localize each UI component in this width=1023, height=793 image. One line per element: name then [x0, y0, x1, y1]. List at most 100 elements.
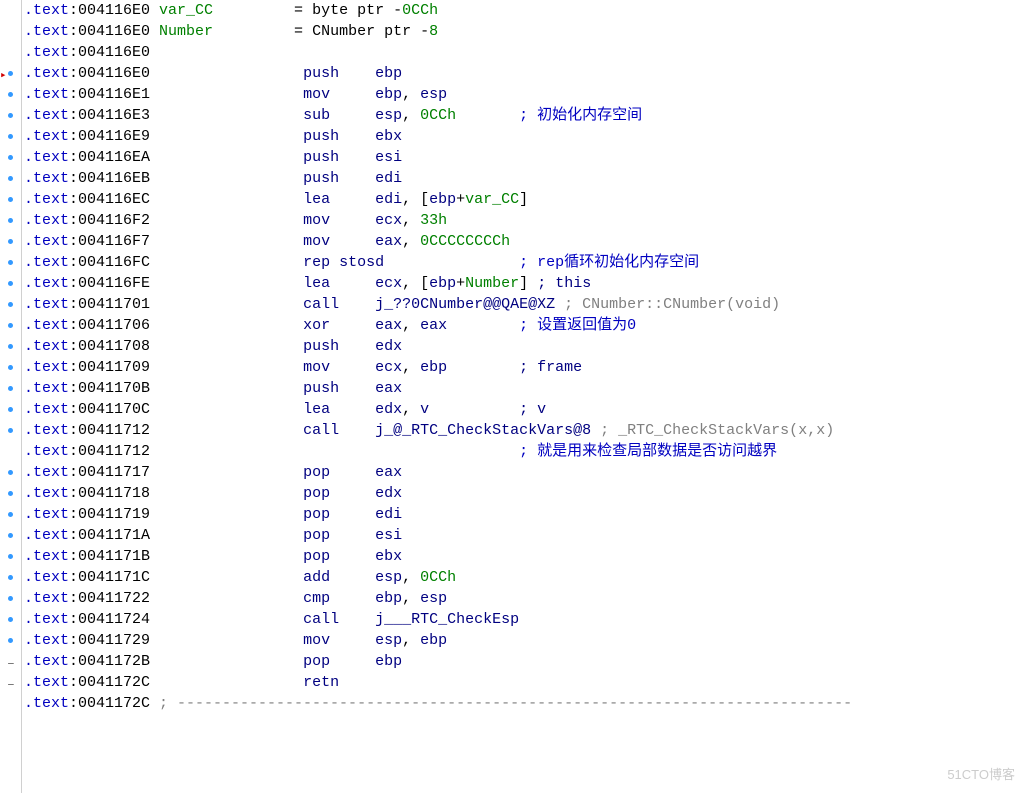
asm-token [330, 506, 375, 523]
asm-line[interactable]: .text:004116F7 mov eax, 0CCCCCCCCh [24, 231, 852, 252]
asm-line[interactable]: .text:004116EB push edi [24, 168, 852, 189]
asm-line[interactable]: .text:00411729 mov esp, ebp [24, 630, 852, 651]
asm-token: :00411701 [69, 296, 303, 313]
asm-line[interactable]: .text:004116E1 mov ebp, esp [24, 84, 852, 105]
breakpoint-dot[interactable] [8, 323, 13, 328]
asm-line[interactable]: .text:004116E9 push ebx [24, 126, 852, 147]
asm-line[interactable]: .text:00411709 mov ecx, ebp ; frame [24, 357, 852, 378]
asm-token: edx [375, 401, 402, 418]
disassembly-listing[interactable]: .text:004116E0 var_CC = byte ptr -0CCh.t… [24, 0, 852, 714]
asm-token: mov [303, 233, 330, 250]
asm-line[interactable]: .text:00411722 cmp ebp, esp [24, 588, 852, 609]
asm-token: :0041170B [69, 380, 303, 397]
breakpoint-dot[interactable] [8, 491, 13, 496]
asm-line[interactable]: .text:0041171C add esp, 0CCh [24, 567, 852, 588]
asm-line[interactable]: .text:0041172B pop ebp [24, 651, 852, 672]
breakpoint-dot[interactable] [8, 113, 13, 118]
asm-token: .text [24, 569, 69, 586]
breakpoint-dot[interactable] [8, 92, 13, 97]
asm-token: , [402, 86, 420, 103]
asm-line[interactable]: .text:00411712 ; 就是用来检查局部数据是否访问越界 [24, 441, 852, 462]
asm-token: .text [24, 611, 69, 628]
asm-token: call [303, 611, 339, 628]
breakpoint-dot[interactable] [8, 386, 13, 391]
asm-token: mov [303, 632, 330, 649]
asm-line[interactable]: .text:004116E0 Number = CNumber ptr -8 [24, 21, 852, 42]
asm-token: ebp [420, 359, 447, 376]
asm-token: var_CC [465, 191, 519, 208]
asm-token: edi [375, 170, 402, 187]
asm-line[interactable]: .text:00411719 pop edi [24, 504, 852, 525]
asm-line[interactable]: .text:00411708 push edx [24, 336, 852, 357]
breakpoint-dot[interactable] [8, 428, 13, 433]
asm-line[interactable]: .text:004116FC rep stosd ; rep循环初始化内存空间 [24, 252, 852, 273]
asm-token: , [402, 632, 420, 649]
asm-line[interactable]: .text:004116E0 push ebp [24, 63, 852, 84]
asm-line[interactable]: .text:004116FE lea ecx, [ebp+Number] ; t… [24, 273, 852, 294]
breakpoint-dot[interactable] [8, 218, 13, 223]
breakpoint-dot[interactable] [8, 302, 13, 307]
breakpoint-dot[interactable] [8, 512, 13, 517]
breakpoint-dot[interactable] [8, 617, 13, 622]
asm-token: eax [375, 464, 402, 481]
gutter: ▸–– [0, 0, 22, 793]
asm-line[interactable]: .text:00411717 pop eax [24, 462, 852, 483]
breakpoint-dot[interactable] [8, 407, 13, 412]
asm-token: eax [375, 317, 402, 334]
asm-line[interactable]: .text:0041170C lea edx, v ; v [24, 399, 852, 420]
asm-token: var_CC [159, 2, 213, 19]
breakpoint-dot[interactable] [8, 554, 13, 559]
asm-token: :0041172C [69, 674, 303, 691]
asm-token: xor [303, 317, 330, 334]
asm-token: .text [24, 170, 69, 187]
breakpoint-dot[interactable] [8, 344, 13, 349]
breakpoint-dot[interactable] [8, 239, 13, 244]
breakpoint-dot[interactable] [8, 365, 13, 370]
asm-token: .text [24, 2, 69, 19]
asm-token [330, 569, 375, 586]
asm-line[interactable]: .text:004116E3 sub esp, 0CCh ; 初始化内存空间 [24, 105, 852, 126]
asm-line[interactable]: .text:0041172C retn [24, 672, 852, 693]
asm-token: = byte ptr - [213, 2, 402, 19]
breakpoint-dot[interactable] [8, 575, 13, 580]
asm-line[interactable]: .text:0041172C ; -----------------------… [24, 693, 852, 714]
breakpoint-dot[interactable] [8, 134, 13, 139]
breakpoint-dot[interactable] [8, 197, 13, 202]
breakpoint-dot[interactable] [8, 281, 13, 286]
breakpoint-dot[interactable] [8, 176, 13, 181]
asm-token: .text [24, 254, 69, 271]
asm-line[interactable]: .text:00411701 call j_??0CNumber@@QAE@XZ… [24, 294, 852, 315]
asm-line[interactable]: .text:0041171B pop ebx [24, 546, 852, 567]
breakpoint-dot[interactable] [8, 71, 13, 76]
asm-token: .text [24, 632, 69, 649]
breakpoint-dot[interactable] [8, 260, 13, 265]
asm-line[interactable]: .text:00411724 call j___RTC_CheckEsp [24, 609, 852, 630]
asm-line[interactable]: .text:004116EC lea edi, [ebp+var_CC] [24, 189, 852, 210]
asm-token: , [402, 212, 420, 229]
asm-token: edx [375, 338, 402, 355]
asm-line[interactable]: .text:004116F2 mov ecx, 33h [24, 210, 852, 231]
breakpoint-dot[interactable] [8, 638, 13, 643]
breakpoint-dot[interactable] [8, 470, 13, 475]
asm-line[interactable]: .text:0041171A pop esi [24, 525, 852, 546]
asm-token: j_@_RTC_CheckStackVars@8 [375, 422, 591, 439]
asm-token: :00411722 [69, 590, 303, 607]
asm-token: :00411718 [69, 485, 303, 502]
asm-line[interactable]: .text:004116EA push esi [24, 147, 852, 168]
asm-line[interactable]: .text:004116E0 var_CC = byte ptr -0CCh [24, 0, 852, 21]
asm-token: :0041172C [69, 695, 159, 712]
asm-line[interactable]: .text:004116E0 [24, 42, 852, 63]
asm-token: esp [375, 107, 402, 124]
asm-line[interactable]: .text:00411712 call j_@_RTC_CheckStackVa… [24, 420, 852, 441]
asm-token: push [303, 149, 339, 166]
asm-token: :0041172B [69, 653, 303, 670]
asm-token: :004116EB [69, 170, 303, 187]
asm-line[interactable]: .text:0041170B push eax [24, 378, 852, 399]
breakpoint-dot[interactable] [8, 533, 13, 538]
asm-token: push [303, 65, 339, 82]
asm-line[interactable]: .text:00411706 xor eax, eax ; 设置返回值为0 [24, 315, 852, 336]
asm-line[interactable]: .text:00411718 pop edx [24, 483, 852, 504]
asm-token [447, 359, 519, 376]
breakpoint-dot[interactable] [8, 155, 13, 160]
breakpoint-dot[interactable] [8, 596, 13, 601]
